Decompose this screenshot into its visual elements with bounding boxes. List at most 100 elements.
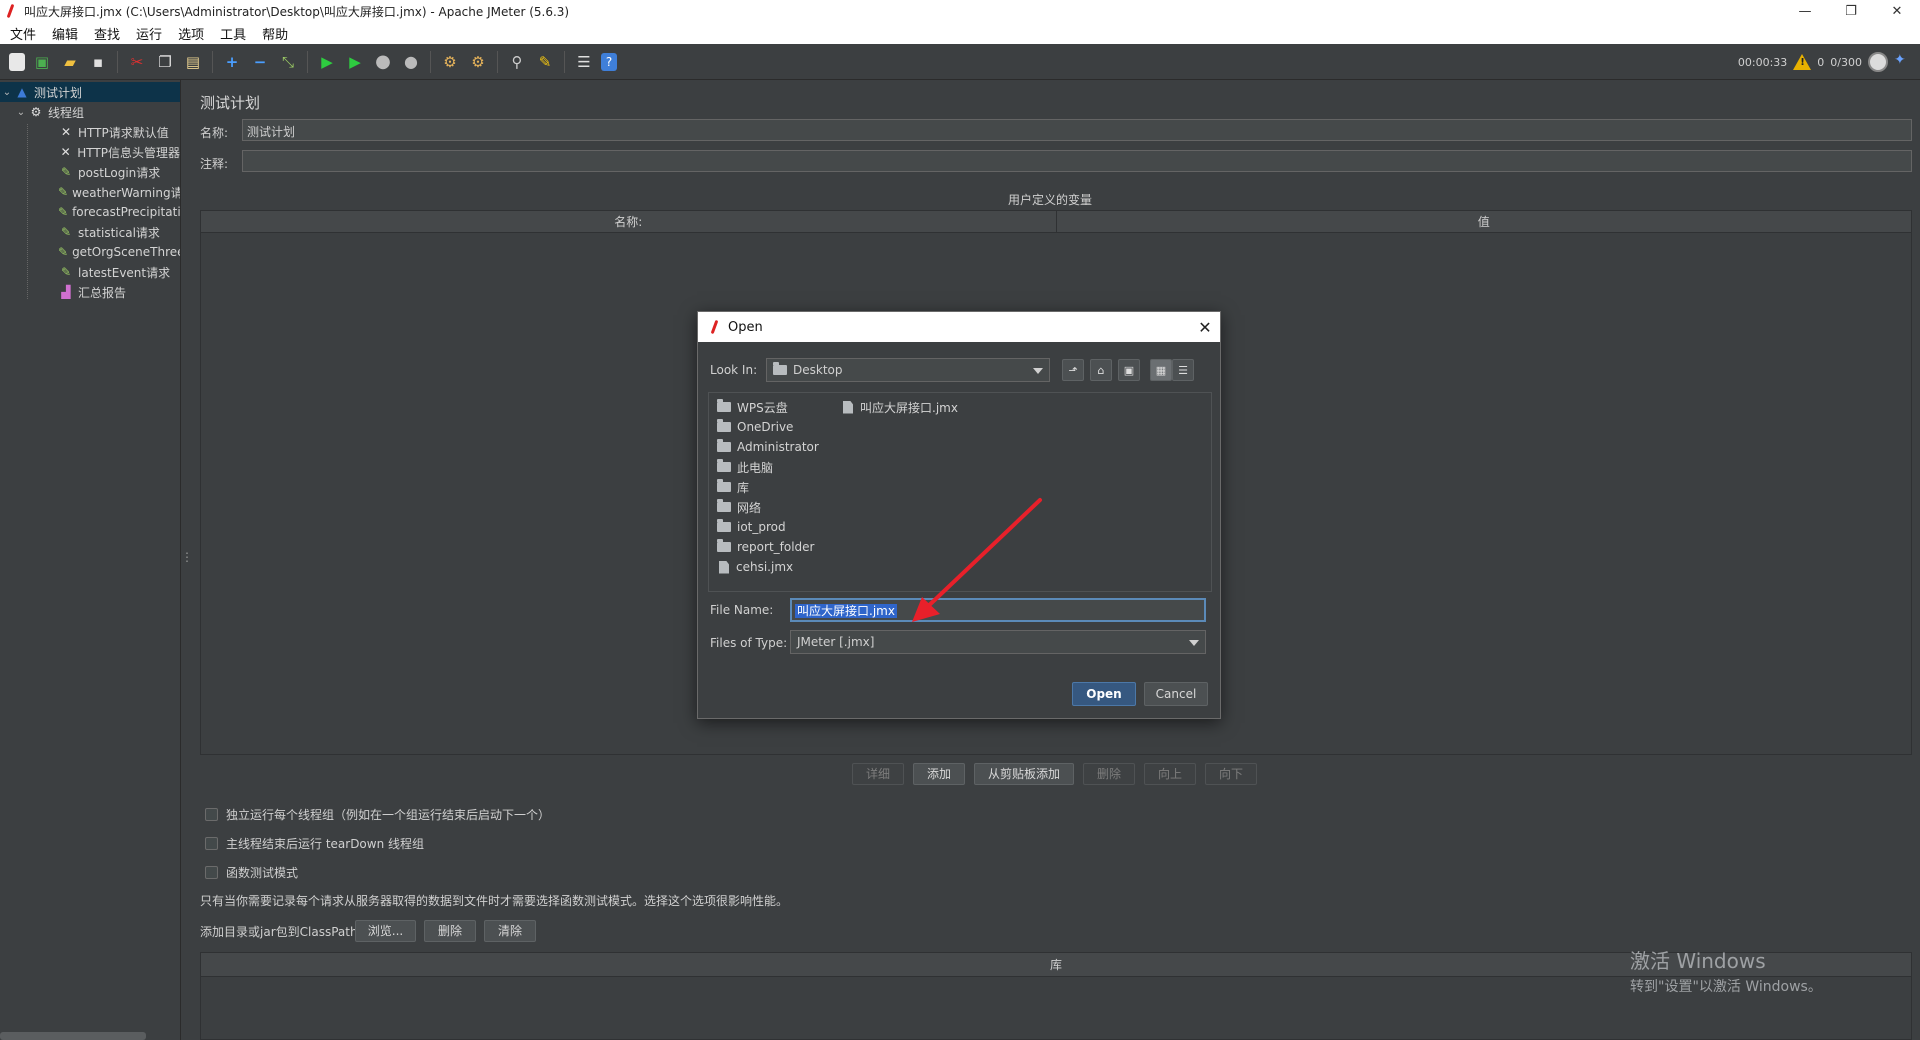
copy-icon[interactable]: ❐ — [154, 51, 176, 73]
move-down-button[interactable]: 向下 — [1205, 763, 1257, 785]
detail-button[interactable]: 详细 — [852, 763, 904, 785]
stop-icon[interactable]: ● — [372, 51, 394, 73]
warning-icon[interactable] — [1793, 54, 1812, 70]
tree-node-label: getOrgSceneThree — [72, 245, 180, 259]
menu-edit[interactable]: 编辑 — [44, 24, 86, 43]
dialog-close-button[interactable]: ✕ — [1190, 318, 1220, 337]
save-icon[interactable]: ▪ — [87, 51, 109, 73]
move-up-button[interactable]: 向上 — [1144, 763, 1196, 785]
menu-help[interactable]: 帮助 — [254, 24, 296, 43]
look-in-dropdown[interactable]: Desktop — [766, 358, 1050, 382]
reset-search-icon[interactable]: ✎ — [534, 51, 556, 73]
toolbar-separator — [497, 50, 498, 73]
tree-guide-line — [27, 124, 28, 299]
menu-tools[interactable]: 工具 — [212, 24, 254, 43]
add-button[interactable]: 添加 — [913, 763, 965, 785]
checkbox-box[interactable] — [205, 866, 218, 879]
open-folder-icon[interactable]: ▰ — [59, 51, 81, 73]
comment-input[interactable] — [242, 150, 1912, 172]
new-folder-button[interactable]: ▣ — [1118, 359, 1140, 381]
toggle-icon[interactable]: ⤡ — [277, 51, 299, 73]
tree-node-label: 线程组 — [48, 105, 85, 120]
jmeter-feather-icon — [4, 4, 18, 18]
start-no-pauses-icon[interactable]: ▶ — [344, 51, 366, 73]
jmeter-feather-icon — [708, 320, 722, 334]
tree-node-label: HTTP信息头管理器 — [77, 145, 180, 160]
templates-icon[interactable]: ▣ — [31, 51, 53, 73]
functional-mode-checkbox[interactable]: 函数测试模式 — [205, 864, 298, 881]
toolbar-separator — [430, 50, 431, 73]
chevron-down-icon[interactable] — [1189, 640, 1199, 646]
tree-node-label: weatherWarning请 — [72, 185, 180, 200]
close-window-button[interactable]: ✕ — [1874, 0, 1920, 22]
checkbox-box[interactable] — [205, 808, 218, 821]
cancel-button[interactable]: Cancel — [1144, 682, 1208, 706]
folder-icon — [717, 419, 731, 432]
collapse-all-icon[interactable]: − — [249, 51, 271, 73]
active-threads: 0/300 — [1830, 55, 1862, 69]
list-item[interactable]: WPS云盘 — [717, 397, 819, 417]
column-header-name[interactable]: 名称: — [201, 211, 1057, 232]
add-from-clipboard-button[interactable]: 从剪贴板添加 — [974, 763, 1074, 785]
menu-run[interactable]: 运行 — [128, 24, 170, 43]
dialog-titlebar: Open ✕ — [698, 312, 1220, 342]
name-input[interactable]: 测试计划 — [242, 119, 1912, 141]
list-item[interactable]: cehsi.jmx — [717, 557, 819, 577]
list-item[interactable]: 网络 — [717, 497, 819, 517]
list-item[interactable]: OneDrive — [717, 417, 819, 437]
tree-node-test-plan[interactable]: ⌄ ▲ 测试计划 — [0, 82, 180, 102]
list-view-button[interactable]: ▦ — [1150, 359, 1172, 381]
collapse-chevron-icon[interactable]: ⌄ — [0, 87, 14, 98]
sampler-pen-icon: ✎ — [58, 205, 69, 219]
function-helper-icon[interactable]: ☰ — [573, 51, 595, 73]
teardown-checkbox[interactable]: 主线程结束后运行 tearDown 线程组 — [205, 835, 424, 852]
chevron-down-icon[interactable] — [1033, 368, 1043, 374]
clear-all-icon[interactable]: ⚙ — [467, 51, 489, 73]
browse-button[interactable]: 浏览... — [355, 920, 416, 942]
page-title: 测试计划 — [200, 94, 261, 112]
column-header-value[interactable]: 值 — [1057, 211, 1912, 232]
menu-search[interactable]: 查找 — [86, 24, 128, 43]
tree-node-thread-group[interactable]: ⌄ ⚙ 线程组 — [0, 102, 180, 122]
menu-options[interactable]: 选项 — [170, 24, 212, 43]
file-list[interactable]: WPS云盘 OneDrive Administrator 此电脑 库 网络 io… — [708, 392, 1212, 592]
file-name-input[interactable]: 叫应大屏接口.jmx — [790, 598, 1206, 622]
up-one-level-button[interactable]: ⬏ — [1062, 359, 1084, 381]
list-item[interactable]: report_folder — [717, 537, 819, 557]
cut-icon[interactable]: ✂ — [126, 51, 148, 73]
start-icon[interactable]: ▶ — [316, 51, 338, 73]
checkbox-box[interactable] — [205, 837, 218, 850]
expand-all-icon[interactable]: + — [221, 51, 243, 73]
toolbar: ▣ ▰ ▪ ✂ ❐ ▤ + − ⤡ ▶ ▶ ● ● ⚙ ⚙ ⚲ ✎ ☰ ? 00… — [0, 44, 1920, 80]
remote-globe-icon[interactable] — [1868, 52, 1888, 72]
list-item[interactable]: Administrator — [717, 437, 819, 457]
collapse-chevron-icon[interactable]: ⌄ — [14, 107, 28, 118]
file-name: OneDrive — [737, 420, 794, 434]
new-file-icon[interactable] — [9, 52, 25, 71]
list-item[interactable]: 叫应大屏接口.jmx — [841, 397, 958, 417]
details-view-button[interactable]: ☰ — [1172, 359, 1194, 381]
menu-file[interactable]: 文件 — [2, 24, 44, 43]
list-item[interactable]: 此电脑 — [717, 457, 819, 477]
shutdown-icon[interactable]: ● — [400, 51, 422, 73]
help-icon[interactable]: ? — [601, 52, 617, 71]
minimize-button[interactable]: — — [1782, 0, 1828, 22]
paste-icon[interactable]: ▤ — [182, 51, 204, 73]
open-button[interactable]: Open — [1072, 682, 1136, 706]
files-of-type-dropdown[interactable]: JMeter [.jmx] — [790, 630, 1206, 654]
splitter-handle[interactable] — [181, 550, 193, 566]
tree-horizontal-scrollbar[interactable] — [0, 1032, 146, 1040]
classpath-delete-button[interactable]: 删除 — [424, 920, 476, 942]
list-item[interactable]: 库 — [717, 477, 819, 497]
open-file-dialog: Open ✕ Look In: Desktop ⬏ ⌂ ▣ ▦ ☰ WPS云盘 … — [697, 311, 1221, 719]
delete-button[interactable]: 删除 — [1083, 763, 1135, 785]
list-item[interactable]: iot_prod — [717, 517, 819, 537]
clear-icon[interactable]: ⚙ — [439, 51, 461, 73]
home-button[interactable]: ⌂ — [1090, 359, 1112, 381]
search-binoculars-icon[interactable]: ⚲ — [506, 51, 528, 73]
toolbar-separator — [212, 50, 213, 73]
classpath-clear-button[interactable]: 清除 — [484, 920, 536, 942]
window-title: 叫应大屏接口.jmx (C:\Users\Administrator\Deskt… — [24, 4, 570, 19]
restore-button[interactable]: ❐ — [1828, 0, 1874, 22]
run-groups-consecutively-checkbox[interactable]: 独立运行每个线程组（例如在一个组运行结束后启动下一个） — [205, 806, 550, 823]
